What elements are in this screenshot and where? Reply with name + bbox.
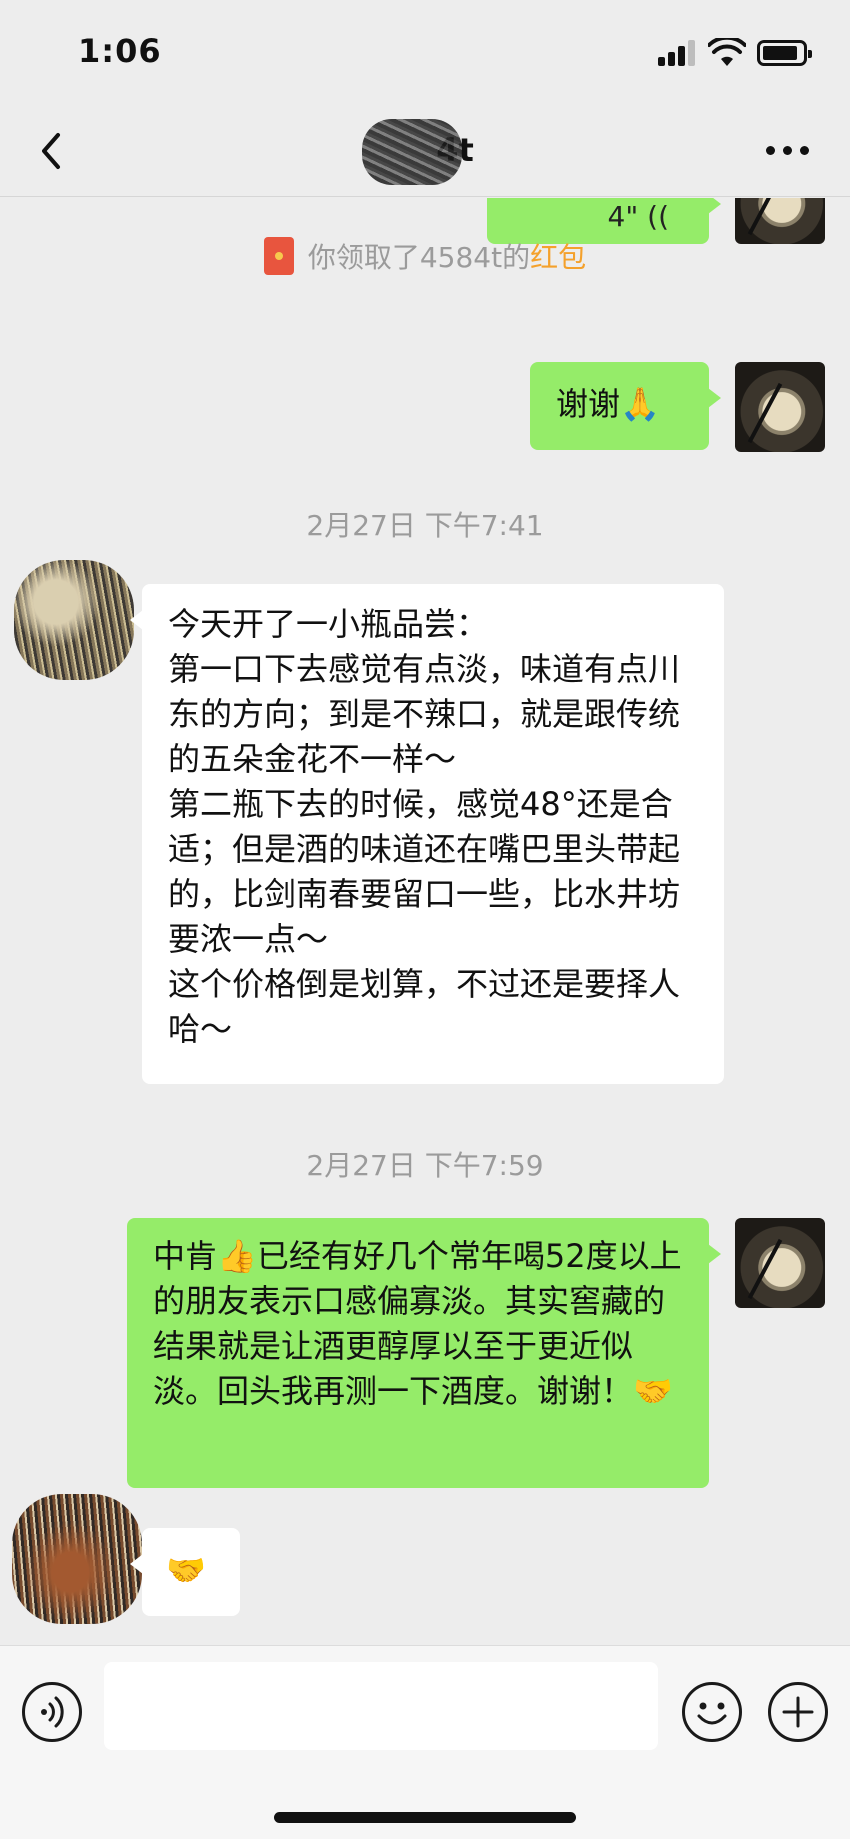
- battery-icon: [757, 40, 812, 66]
- avatar-contact[interactable]: [14, 560, 134, 680]
- chat-header: 4t: [0, 105, 850, 197]
- status-time: 1:06: [78, 32, 162, 70]
- wifi-icon: [708, 38, 746, 66]
- timestamp: 2月27日 下午7:59: [306, 1149, 544, 1182]
- message-bubble-tasting-note[interactable]: 今天开了一小瓶品尝： 第一口下去感觉有点淡，味道有点川东的方向；到是不辣口，就是…: [130, 584, 724, 1084]
- red-packet-icon: [263, 237, 294, 275]
- more-options-icon[interactable]: [766, 143, 810, 159]
- red-packet-notice: 你领取了4584t的红包: [0, 236, 850, 276]
- message-bubble-thanks[interactable]: 谢谢🙏: [530, 362, 721, 450]
- message-bubble-reply[interactable]: 中肯👍已经有好几个常年喝52度以上的朋友表示口感偏寡淡。其实窖藏的结果就是让酒更…: [127, 1218, 721, 1488]
- message-text: 中肯👍已经有好几个常年喝52度以上的朋友表示口感偏寡淡。其实窖藏的结果就是让酒更…: [153, 1237, 682, 1410]
- emoji-button[interactable]: [682, 1682, 742, 1742]
- status-bar: 1:06: [0, 0, 850, 105]
- voice-message-duration: 4" ((: [607, 200, 669, 233]
- message-text: 🤝: [166, 1551, 206, 1589]
- chat-message-list[interactable]: 4" (( 你领取了4584t的红包 谢谢🙏 2月27日 下午7:41 今天开了…: [0, 198, 850, 1645]
- red-packet-notice-text: 你领取了4584t的: [307, 241, 531, 274]
- message-text: 谢谢🙏: [556, 385, 660, 423]
- message-text: 今天开了一小瓶品尝： 第一口下去感觉有点淡，味道有点川东的方向；到是不辣口，就是…: [168, 605, 681, 1048]
- avatar-self[interactable]: [735, 362, 825, 452]
- avatar-self[interactable]: [735, 1218, 825, 1308]
- message-bubble-handshake[interactable]: 🤝: [130, 1528, 240, 1616]
- plus-icon: [782, 1696, 814, 1728]
- voice-icon: [41, 1696, 64, 1728]
- home-indicator[interactable]: [274, 1812, 576, 1823]
- input-bar: [0, 1645, 850, 1839]
- emoji-icon: [697, 1702, 727, 1725]
- timestamp: 2月27日 下午7:41: [306, 509, 544, 542]
- cellular-signal-icon: [658, 40, 698, 66]
- message-input[interactable]: [104, 1662, 658, 1750]
- red-packet-link[interactable]: 红包: [530, 241, 586, 274]
- voice-input-button[interactable]: [22, 1682, 82, 1742]
- blurred-name-redaction: [362, 119, 462, 185]
- more-functions-button[interactable]: [768, 1682, 828, 1742]
- avatar-contact[interactable]: [12, 1494, 142, 1624]
